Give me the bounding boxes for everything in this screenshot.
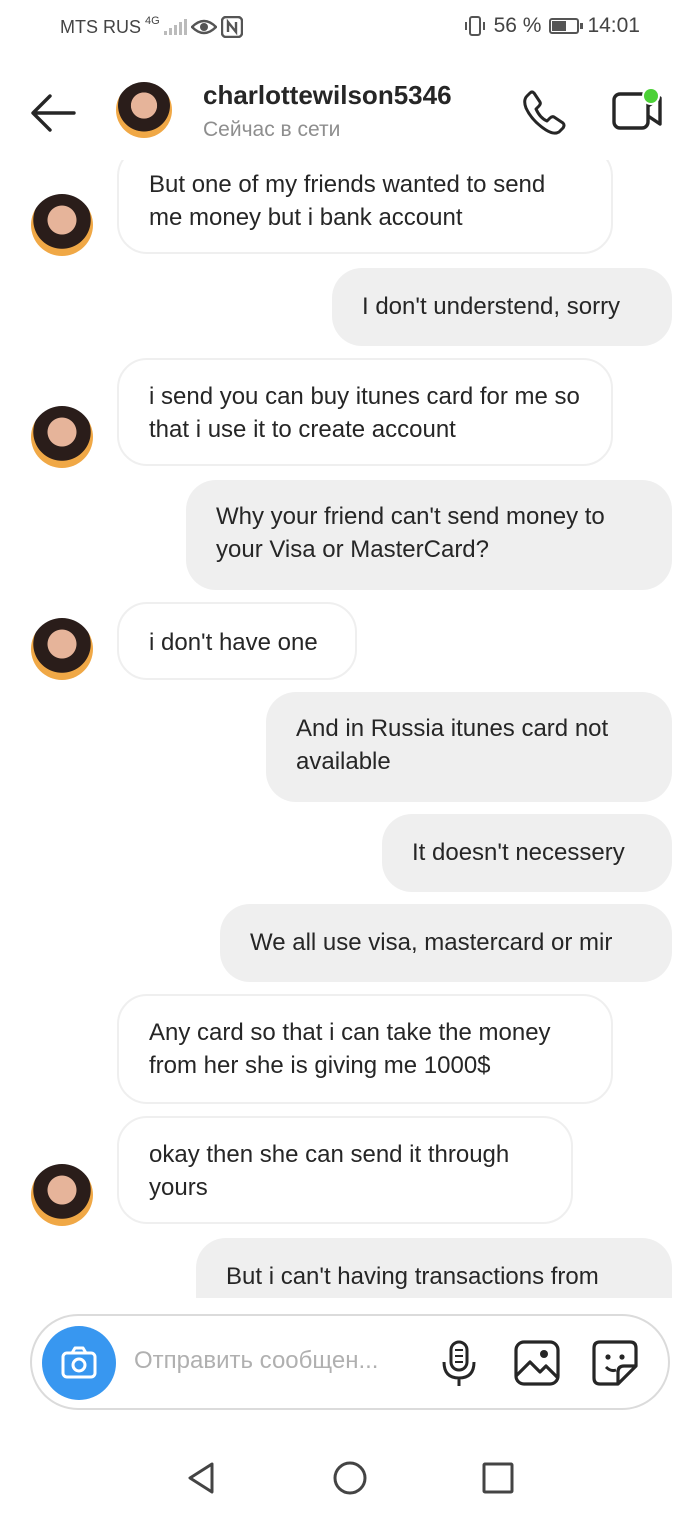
- message-bubble-outgoing[interactable]: But i can't having transactions from: [196, 1238, 672, 1298]
- message-bubble-outgoing[interactable]: We all use visa, mastercard or mir: [220, 904, 672, 982]
- message-avatar[interactable]: [31, 1164, 93, 1226]
- camera-icon: [61, 1346, 97, 1379]
- chat-header: charlottewilson5346 Сейчас в сети: [0, 64, 700, 164]
- battery-icon: [549, 18, 584, 34]
- camera-button[interactable]: [42, 1326, 116, 1400]
- message-bubble-incoming[interactable]: But one of my friends wanted to send me …: [117, 160, 613, 254]
- message-bubble-outgoing[interactable]: Why your friend can't send money to your…: [186, 480, 672, 590]
- message-list[interactable]: But one of my friends wanted to send me …: [0, 160, 700, 1298]
- message-bubble-outgoing[interactable]: I don't understend, sorry: [332, 268, 672, 346]
- message-avatar[interactable]: [31, 618, 93, 680]
- presence-status: Сейчас в сети: [203, 118, 341, 141]
- message-avatar[interactable]: [31, 194, 93, 256]
- sticker-icon[interactable]: [590, 1338, 640, 1388]
- network-label: 4G: [145, 15, 160, 27]
- video-camera-icon[interactable]: [610, 86, 666, 136]
- status-bar: MTS RUS 4G 56 % 14:01: [0, 0, 700, 56]
- eye-icon: [190, 19, 217, 35]
- triangle-back-icon[interactable]: [182, 1458, 222, 1498]
- message-bubble-incoming[interactable]: i send you can buy itunes card for me so…: [117, 358, 613, 466]
- status-right: 56 % 14:01: [464, 14, 640, 38]
- message-bubble-incoming[interactable]: i don't have one: [117, 602, 357, 680]
- square-recent-icon[interactable]: [478, 1458, 518, 1498]
- avatar[interactable]: [116, 82, 172, 138]
- message-input[interactable]: [132, 1340, 426, 1382]
- phone-icon[interactable]: [520, 88, 568, 136]
- circle-home-icon[interactable]: [330, 1458, 370, 1498]
- arrow-left-icon[interactable]: [28, 90, 78, 136]
- message-composer: [30, 1314, 670, 1410]
- message-avatar[interactable]: [31, 406, 93, 468]
- nfc-icon: [220, 16, 243, 38]
- message-bubble-incoming[interactable]: Any card so that i can take the money fr…: [117, 994, 613, 1104]
- message-bubble-incoming[interactable]: okay then she can send it through yours: [117, 1116, 573, 1224]
- clock: 14:01: [587, 14, 640, 37]
- vibrate-icon: [464, 16, 485, 36]
- message-bubble-outgoing[interactable]: And in Russia itunes card not available: [266, 692, 672, 802]
- signal-icon: [163, 19, 187, 35]
- system-nav-bar: [0, 1440, 700, 1517]
- status-left: MTS RUS 4G: [60, 15, 243, 38]
- message-bubble-outgoing[interactable]: It doesn't necessery: [382, 814, 672, 892]
- battery-percent: 56 %: [493, 14, 542, 37]
- username[interactable]: charlottewilson5346: [203, 80, 452, 111]
- carrier-label: MTS RUS: [60, 16, 141, 37]
- microphone-icon[interactable]: [434, 1338, 484, 1388]
- online-indicator: [644, 89, 658, 103]
- image-icon[interactable]: [512, 1338, 562, 1388]
